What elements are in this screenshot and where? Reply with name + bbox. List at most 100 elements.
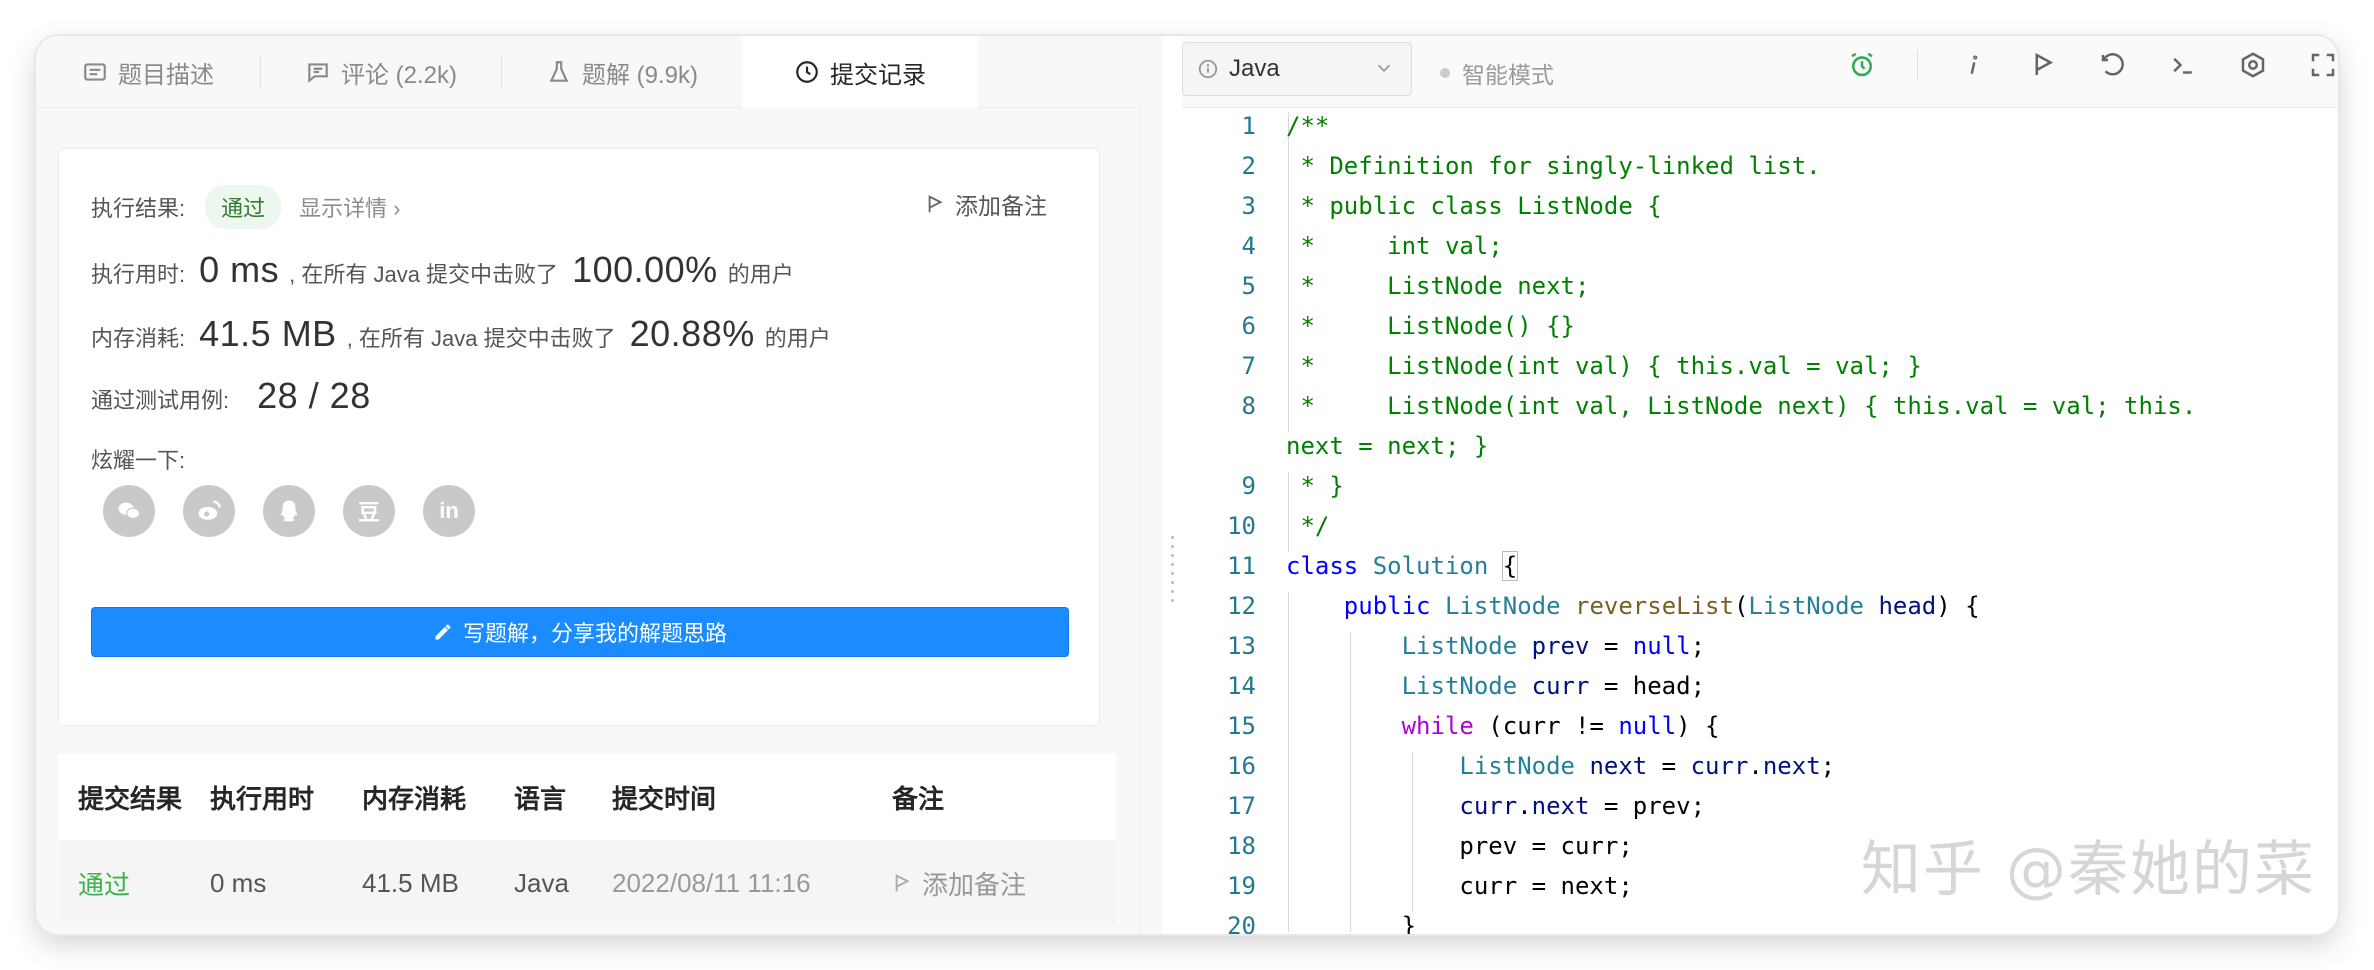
- smart-mode-toggle[interactable]: 智能模式: [1440, 56, 1554, 90]
- show-details-link[interactable]: 显示详情 ›: [299, 191, 400, 223]
- code-line: class Solution {: [1286, 551, 1519, 581]
- line-number: 8: [1241, 392, 1256, 420]
- info-italic-icon[interactable]: [1958, 50, 1988, 80]
- header-time: 提交时间: [612, 783, 717, 814]
- memory-label: 内存消耗:: [91, 326, 186, 351]
- result-label: 执行结果:: [91, 196, 186, 221]
- row-memory: 41.5 MB: [362, 867, 459, 898]
- code-line: curr.next = prev;: [1459, 792, 1706, 820]
- line-number: 3: [1241, 192, 1256, 220]
- header-result: 提交结果: [78, 783, 183, 814]
- line-number: 20: [1227, 912, 1256, 934]
- line-number: 14: [1227, 672, 1256, 700]
- qq-icon[interactable]: [263, 485, 315, 537]
- header-language: 语言: [514, 783, 567, 814]
- code-line: curr = next;: [1286, 872, 1633, 900]
- weibo-icon[interactable]: [183, 485, 235, 537]
- runtime-value: 0 ms: [199, 249, 280, 290]
- status-dot: [1440, 68, 1450, 78]
- add-note-label: 添加备注: [955, 193, 1047, 219]
- code-line: * ListNode(int val, ListNode next) { thi…: [1286, 392, 2197, 420]
- reset-icon[interactable]: [2098, 50, 2128, 80]
- comment-icon: [308, 63, 328, 83]
- editor-panel: Java 智能模式 1 2 3 4 5 6 7 8 9 10 11 12 13 …: [1182, 36, 2338, 934]
- testcases-value: 28 / 28: [257, 375, 371, 416]
- write-solution-button[interactable]: 写题解，分享我的解题思路: [91, 607, 1069, 657]
- memory-suffix: 的用户: [764, 326, 831, 351]
- code-line: * public class ListNode {: [1286, 192, 1662, 220]
- row-status[interactable]: 通过: [58, 865, 210, 902]
- header-runtime: 执行用时: [210, 783, 315, 814]
- left-panel: 题目描述 评论 (2.2k) 题解 (9.9k) 提交记录 执行结果: 通过 显…: [36, 36, 1162, 934]
- resize-handle[interactable]: [1164, 536, 1180, 656]
- row-submitted: 2022/08/11 11:16: [612, 867, 811, 898]
- app-window: 题目描述 评论 (2.2k) 题解 (9.9k) 提交记录 执行结果: 通过 显…: [36, 36, 2338, 934]
- runtime-suffix: 的用户: [727, 262, 794, 287]
- line-number: 18: [1227, 832, 1256, 860]
- table-header: 提交结果 执行用时 内存消耗 语言 提交时间 备注: [58, 754, 1116, 840]
- memory-text: , 在所有 Java 提交中击败了: [346, 326, 616, 351]
- editor-toolbar: Java 智能模式: [1182, 36, 2338, 108]
- result-row: 执行结果: 通过 显示详情 ›: [91, 185, 401, 229]
- clock-icon: [796, 61, 818, 83]
- line-number: 11: [1227, 552, 1256, 580]
- line-number: 17: [1227, 792, 1256, 820]
- memory-row: 内存消耗: 41.5 MB , 在所有 Java 提交中击败了 20.88% 的…: [91, 313, 831, 355]
- line-number: 7: [1241, 352, 1256, 380]
- editor-tools: [1847, 50, 2338, 80]
- table-row[interactable]: 通过 0 ms 41.5 MB Java 2022/08/11 11:16 添加…: [58, 840, 1116, 926]
- douban-icon[interactable]: 豆: [343, 485, 395, 537]
- row-add-note[interactable]: 添加备注: [892, 865, 1092, 902]
- line-number: 9: [1241, 472, 1256, 500]
- settings-icon[interactable]: [2238, 50, 2268, 80]
- tab-label: 提交记录: [830, 61, 926, 89]
- language-value: Java: [1229, 55, 1280, 82]
- row-language: Java: [514, 867, 569, 898]
- line-number: 12: [1227, 592, 1256, 620]
- header-memory: 内存消耗: [362, 783, 467, 814]
- memory-value: 41.5 MB: [199, 313, 337, 354]
- code-line: public ListNode reverseList(ListNode hea…: [1343, 592, 1980, 620]
- tab-solutions[interactable]: 题解 (9.9k): [502, 36, 742, 108]
- runtime-label: 执行用时:: [91, 262, 186, 287]
- line-number: 10: [1227, 512, 1256, 540]
- memory-percent: 20.88%: [629, 313, 755, 354]
- run-icon[interactable]: [2028, 50, 2058, 80]
- watermark: 知乎 @秦她的菜: [1860, 835, 2316, 905]
- linkedin-icon[interactable]: in: [423, 485, 475, 537]
- code-editor[interactable]: 1 2 3 4 5 6 7 8 9 10 11 12 13 14 15 16 1…: [1182, 108, 2338, 934]
- code-line: ListNode prev = null;: [1401, 632, 1706, 660]
- fullscreen-icon[interactable]: [2308, 50, 2338, 80]
- tab-bar: 题目描述 评论 (2.2k) 题解 (9.9k) 提交记录: [36, 36, 1136, 108]
- status-badge: 通过: [205, 185, 282, 229]
- left-scrollbar[interactable]: [1140, 108, 1162, 934]
- row-note-label: 添加备注: [922, 869, 1027, 900]
- language-select[interactable]: Java: [1182, 42, 1412, 96]
- flag-icon: [895, 874, 910, 892]
- alarm-clock-icon[interactable]: [1847, 50, 1877, 80]
- wechat-icon[interactable]: [103, 485, 155, 537]
- tab-label: 题解 (9.9k): [581, 61, 698, 89]
- code-line: prev = curr;: [1286, 832, 1633, 860]
- line-number: 4: [1241, 232, 1256, 260]
- code-line: /**: [1286, 112, 1330, 140]
- runtime-text: , 在所有 Java 提交中击败了: [289, 262, 559, 287]
- row-runtime: 0 ms: [210, 867, 267, 898]
- tab-submissions[interactable]: 提交记录: [742, 36, 978, 108]
- flag-icon: [928, 195, 943, 213]
- code-line: * ListNode(int val) { this.val = val; }: [1286, 352, 1922, 380]
- code-line: * ListNode next;: [1286, 272, 1590, 300]
- tab-description[interactable]: 题目描述: [36, 36, 260, 108]
- code-line: * ListNode() {}: [1286, 312, 1575, 340]
- code-line: * }: [1286, 472, 1344, 500]
- tab-label: 题目描述: [118, 61, 214, 89]
- pencil-icon: [435, 624, 451, 640]
- line-number: 1: [1241, 112, 1256, 140]
- submission-result-card: 执行结果: 通过 显示详情 › 添加备注 执行用时: 0 ms , 在所有 Ja…: [58, 148, 1100, 726]
- add-note-button[interactable]: 添加备注: [925, 187, 1047, 221]
- tab-comments[interactable]: 评论 (2.2k): [261, 36, 501, 108]
- chevron-down-icon: [1377, 64, 1391, 73]
- description-icon: [84, 63, 106, 81]
- terminal-icon[interactable]: [2168, 50, 2198, 80]
- line-number: 15: [1227, 712, 1256, 740]
